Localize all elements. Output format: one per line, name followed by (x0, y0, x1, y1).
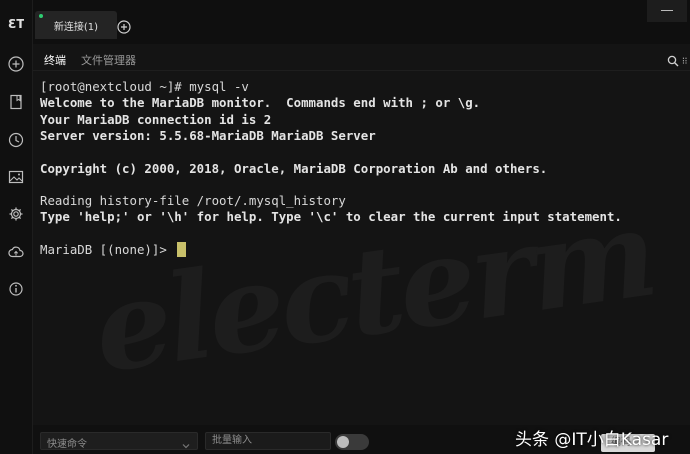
bottom-toolbar: 快速命令 批量输入 编码 头条 @IT小白Kasar (33, 425, 690, 454)
bookmarks-icon[interactable] (7, 93, 25, 111)
cloud-sync-icon[interactable] (7, 243, 25, 261)
mariadb-prompt: MariaDB [(none)]> (40, 242, 175, 257)
search-icon[interactable] (667, 52, 679, 67)
settings-gear-icon[interactable] (7, 205, 25, 223)
add-connection-icon[interactable] (7, 55, 25, 73)
batch-input-field[interactable]: 批量输入 (205, 432, 331, 450)
quick-command-placeholder: 快速命令 (47, 439, 87, 450)
tab-file-manager[interactable]: 文件管理器 (81, 52, 136, 68)
history-icon[interactable] (7, 131, 25, 149)
add-tab-icon[interactable] (117, 19, 131, 34)
session-subnav: 终端 文件管理器 (33, 44, 690, 74)
terminal-line: Your MariaDB connection id is 2 (40, 112, 272, 127)
electerm-logo-icon[interactable]: ƐT (7, 14, 25, 32)
terminal-cursor (177, 242, 187, 257)
info-icon[interactable] (7, 280, 25, 298)
chevron-down-icon (181, 436, 191, 449)
tab-bar: 新连接(1) (33, 0, 690, 44)
watermark-brand: 头条 @IT小白Kasar (515, 430, 669, 450)
toggle-knob (337, 436, 349, 448)
tab-label: 新连接(1) (53, 22, 99, 33)
svg-text:ƐT: ƐT (8, 17, 24, 31)
terminal-line: Server version: 5.5.68-MariaDB MariaDB S… (40, 128, 376, 143)
window-control-minimize[interactable] (647, 0, 687, 22)
terminal-line: Type 'help;' or '\h' for help. Type '\c'… (40, 209, 622, 224)
quick-command-select[interactable]: 快速命令 (40, 432, 198, 450)
image-icon[interactable] (7, 168, 25, 186)
terminal-line: Welcome to the MariaDB monitor. Commands… (40, 95, 481, 110)
batch-mode-toggle[interactable] (335, 434, 369, 450)
terminal-line: Reading history-file /root/.mysql_histor… (40, 193, 346, 208)
split-view-icon[interactable] (682, 52, 690, 65)
tab-terminal[interactable]: 终端 (44, 52, 66, 74)
terminal-output[interactable]: electerm [root@nextcloud ~]# mysql -v We… (33, 71, 690, 425)
terminal-line: [root@nextcloud ~]# mysql -v (40, 79, 249, 94)
tab-connection[interactable]: 新连接(1) (35, 11, 117, 39)
terminal-prompt-line: MariaDB [(none)]> (40, 242, 187, 258)
sidebar: ƐT (0, 0, 33, 454)
terminal-line: Copyright (c) 2000, 2018, Oracle, MariaD… (40, 161, 548, 176)
